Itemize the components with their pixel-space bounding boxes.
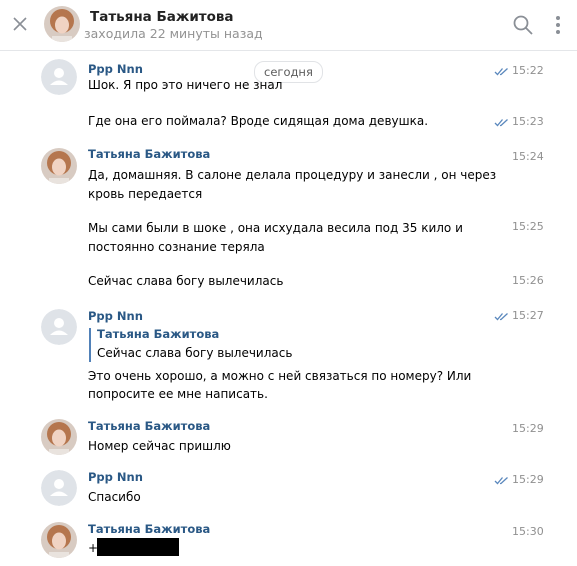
message-text: кровь передается xyxy=(88,187,203,201)
close-button[interactable] xyxy=(10,14,30,34)
avatar[interactable] xyxy=(41,148,77,184)
message-time: 15:29 xyxy=(512,422,544,435)
double-check-icon xyxy=(494,68,508,76)
message-time: 15:30 xyxy=(512,525,544,538)
avatar[interactable] xyxy=(41,59,77,95)
message-time: 15:29 xyxy=(512,473,544,486)
message-text: Номер сейчас пришлю xyxy=(88,439,231,453)
more-vertical-icon xyxy=(556,16,560,34)
more-options-button[interactable] xyxy=(552,13,564,37)
message-time: 15:26 xyxy=(512,274,544,287)
message-time: 15:27 xyxy=(512,309,544,322)
message-time: 15:22 xyxy=(512,64,544,77)
message-text: Это очень хорошо, а можно с ней связатьс… xyxy=(88,369,472,383)
message-text: Сейчас слава богу вылечилась xyxy=(88,274,284,288)
message-sender[interactable]: Ppp Nnn xyxy=(88,309,143,323)
message-sender[interactable]: Татьяна Бажитова xyxy=(88,147,210,161)
user-placeholder-icon xyxy=(41,309,77,345)
message-time: 15:24 xyxy=(512,150,544,163)
header-avatar[interactable] xyxy=(44,6,80,42)
message-text: Мы сами были в шоке , она исхудала весил… xyxy=(88,221,463,235)
message-sender[interactable]: Татьяна Бажитова xyxy=(88,522,210,536)
message-text: Спасибо xyxy=(88,490,141,504)
user-placeholder-icon xyxy=(41,59,77,95)
avatar[interactable] xyxy=(41,309,77,345)
avatar[interactable] xyxy=(41,522,77,558)
close-icon xyxy=(13,17,27,31)
message-text: Где она его поймала? Вроде сидящая дома … xyxy=(88,114,429,128)
user-placeholder-icon xyxy=(41,470,77,506)
last-seen-status: заходила 22 минуты назад xyxy=(84,26,263,41)
search-button[interactable] xyxy=(512,14,534,36)
double-check-icon xyxy=(494,313,508,321)
message-time: 15:23 xyxy=(512,115,544,128)
avatar[interactable] xyxy=(41,470,77,506)
message-sender[interactable]: Татьяна Бажитова xyxy=(88,419,210,433)
quoted-author[interactable]: Татьяна Бажитова xyxy=(97,327,219,341)
message-time: 15:25 xyxy=(512,220,544,233)
avatar[interactable] xyxy=(41,419,77,455)
message-text: Шок. Я про это ничего не знал xyxy=(88,78,283,92)
message-sender[interactable]: Ppp Nnn xyxy=(88,62,143,76)
double-check-icon xyxy=(494,119,508,127)
quoted-text: Сейчас слава богу вылечилась xyxy=(97,346,293,360)
search-icon xyxy=(513,15,533,35)
message-text: постоянно сознание теряла xyxy=(88,240,265,254)
double-check-icon xyxy=(494,477,508,485)
chat-header: Татьяна Бажитова заходила 22 минуты наза… xyxy=(0,0,577,51)
message-sender[interactable]: Ppp Nnn xyxy=(88,470,143,484)
message-text: попросите ее мне написать. xyxy=(88,387,268,401)
quote-bar xyxy=(89,328,91,362)
message-text: Да, домашняя. В салоне делала процедуру … xyxy=(88,168,497,182)
redacted-phone-number xyxy=(97,538,179,556)
chat-title[interactable]: Татьяна Бажитова xyxy=(90,9,234,25)
